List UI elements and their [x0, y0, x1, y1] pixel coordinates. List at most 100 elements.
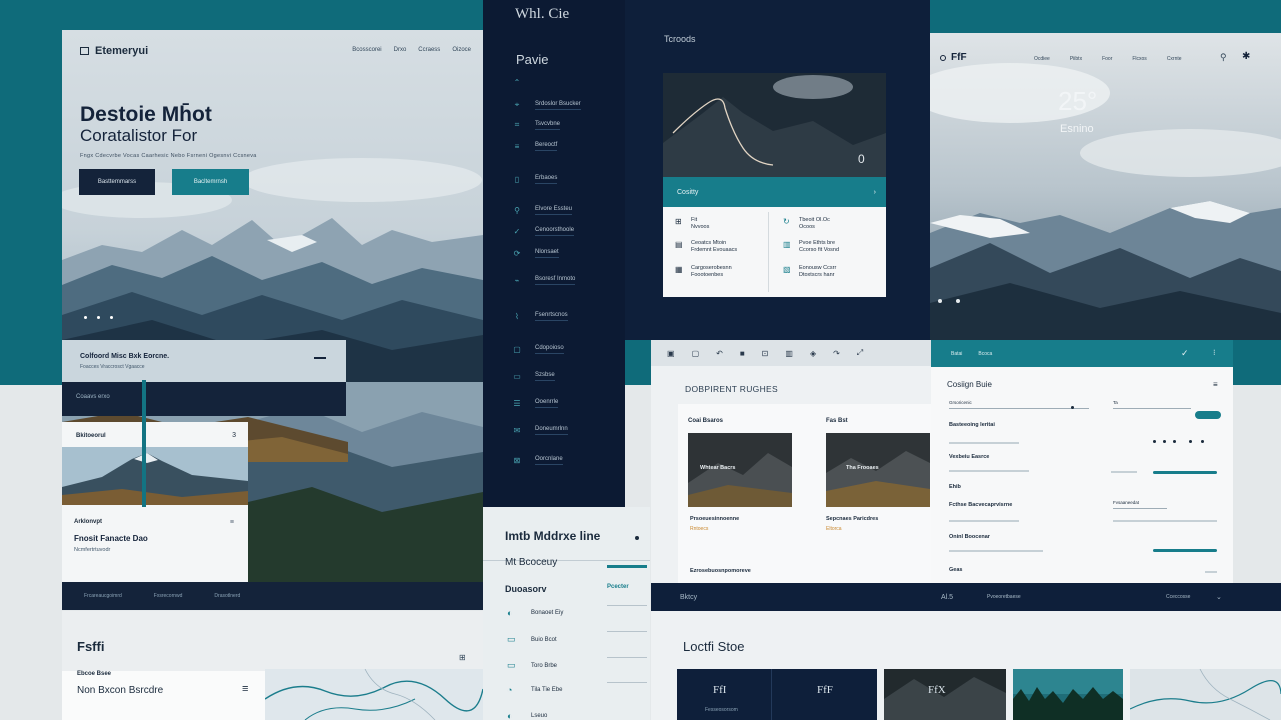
slider-fill[interactable]	[1153, 549, 1217, 552]
feature-cell[interactable]: ▤ Ceoatcs Mtoin Frdemnt Evouaacs	[675, 240, 737, 254]
column-label: Coai Bsaros	[688, 418, 724, 424]
menu-dash-icon[interactable]	[314, 357, 326, 359]
section-action[interactable]: Pcecter	[607, 584, 629, 590]
chart-icon: ⚲	[514, 206, 520, 215]
primary-button[interactable]: Basttemmarss	[79, 169, 155, 195]
list-item[interactable]: ◐ Bonaoet Eiy	[507, 605, 647, 618]
sidebar-item[interactable]: ⌁ Bsoresf Inmoto	[513, 276, 613, 285]
chart-icon[interactable]: ▥	[785, 349, 793, 358]
nav-item[interactable]: Oizoce	[452, 47, 471, 53]
undo-icon[interactable]: ↶	[716, 349, 723, 358]
story-tile[interactable]	[1013, 669, 1123, 720]
slider-track[interactable]	[949, 520, 1019, 522]
feature-cell[interactable]: ↻ Tbeoit Ol.Oc Ocoos	[783, 217, 830, 231]
sidebar-item[interactable]: ▭ Szsbse	[513, 372, 613, 381]
feature-cell[interactable]: ▧ Eonousw Ccsrr Dtoxtscrs hanr	[783, 265, 836, 279]
settings-title: Cosiign Buie	[947, 380, 992, 389]
toggle-switch[interactable]	[1195, 411, 1221, 419]
footer-link[interactable]: Drasotlnerd	[214, 593, 240, 599]
hero-subtitle: Coratalistor For	[80, 126, 198, 145]
sidebar-item[interactable]: ⟳ Nlonsaet	[513, 249, 613, 258]
brand-logo[interactable]: Etemeryui	[80, 45, 148, 57]
list-item[interactable]: ▭ Buio Bcot	[507, 631, 647, 645]
nav-item[interactable]: Flcxos	[1132, 56, 1146, 62]
tag-icon[interactable]: ◈	[810, 349, 816, 358]
image-icon[interactable]: ⊡	[762, 349, 769, 358]
nav-item[interactable]: Ocdiee	[1034, 56, 1050, 62]
save-icon[interactable]: ▣	[667, 349, 675, 358]
carousel-dots[interactable]	[938, 299, 960, 303]
footer-link[interactable]: Frcareaucgoimrd	[84, 593, 122, 599]
chevron-right-icon[interactable]: ›	[874, 189, 876, 196]
featured-strip[interactable]: Colfoord Misc Bxk Eorcne. Foacces Vraccr…	[62, 340, 346, 382]
card-subtitle: Ncmfertrtuvodr	[74, 547, 111, 553]
edit-icon[interactable]: ✓	[1181, 348, 1189, 359]
select-field[interactable]: Ta	[1113, 400, 1191, 409]
sidebar-item[interactable]: ☰ Ooenrrle	[513, 399, 613, 408]
feature-cell[interactable]: ▦ Cargoserobesnn Foootoenbes	[675, 265, 732, 279]
sidebar-item[interactable]: ⌖ Srdoslor Bsucker	[513, 100, 613, 110]
expand-icon[interactable]: ⤢	[857, 348, 863, 358]
nav-item[interactable]: Ccraess	[418, 47, 440, 53]
section-header-bar[interactable]: Cositty ›	[663, 177, 886, 207]
redo-icon[interactable]: ↷	[833, 349, 840, 358]
tab[interactable]: Bcoca	[978, 351, 992, 357]
carousel-dots[interactable]	[84, 316, 113, 319]
chevron-down-icon[interactable]: ⌄	[1216, 593, 1222, 601]
band-link[interactable]: Cceccosse	[1166, 594, 1190, 600]
tab[interactable]: Batai	[951, 351, 962, 357]
sidebar-item[interactable]: ⌗ Tsvcvbne	[513, 120, 613, 130]
more-icon[interactable]	[635, 536, 639, 540]
map-tile[interactable]	[1130, 669, 1281, 720]
map-panel: Fsffi ⊞ Ebcoe Bsee Non Bxcon Bsrcdre ≡	[62, 611, 483, 720]
list-item[interactable]: ◔ Tila Tie Ebe	[507, 682, 647, 695]
article-card[interactable]: Bkitoeorul 3 Arklonvpt ≡ Fnosit Fanacte …	[62, 422, 248, 582]
sidebar-divider	[142, 380, 146, 507]
location-card[interactable]: Ebcoe Bsee Non Bxcon Bsrcdre ≡	[62, 671, 265, 720]
folder-icon[interactable]: ▢	[692, 349, 700, 358]
feature-cell[interactable]: ▥ Pvoe Ethts bre Ccorso fit Vosnd	[783, 240, 839, 254]
story-tile[interactable]: FfX	[884, 669, 1006, 720]
story-tile[interactable]: FfI Fesseosorsom FfF	[677, 669, 877, 720]
slider-track[interactable]	[1113, 520, 1217, 522]
slider-track[interactable]	[949, 442, 1019, 444]
slider-fill[interactable]	[1153, 471, 1217, 474]
sidebar-item[interactable]: ⚲ Elvore Essteu	[513, 206, 613, 215]
stop-icon[interactable]: ■	[740, 349, 745, 358]
list-item[interactable]: ▭ Toro Brbe	[507, 657, 647, 671]
nav-item[interactable]: Bcosscorei	[352, 47, 381, 53]
menu-icon[interactable]: ⁝	[1213, 348, 1216, 357]
menu-icon[interactable]: ≡	[1213, 380, 1218, 389]
document-title[interactable]: Sepcnaes Paricdres	[826, 516, 878, 522]
list-item[interactable]: ◐ Lseuo	[507, 711, 647, 720]
sidebar-item[interactable]: ⊠ Oorcnlane	[513, 456, 613, 465]
map-view[interactable]	[265, 669, 483, 720]
feature-cell[interactable]: ⊞ Fit Nvvoos	[675, 217, 709, 231]
secondary-button[interactable]: Bacltemrnsh	[172, 169, 249, 195]
document-title[interactable]: Prsoeuesinnoenne	[690, 516, 739, 522]
mobile-title: Imtb Mddrxe line	[505, 529, 601, 543]
nav-item[interactable]: Piibtx	[1070, 56, 1082, 62]
slider-track[interactable]	[1111, 471, 1137, 473]
footer-link[interactable]: Fxsrecornwd	[154, 593, 183, 599]
nav-item[interactable]: Foor	[1102, 56, 1112, 62]
sidebar-item[interactable]: ▢ Cdopoioso	[513, 345, 613, 354]
search-icon[interactable]: ⚲	[1220, 52, 1227, 63]
sidebar-item[interactable]: ⌇ Fsenrtscnos	[513, 312, 613, 321]
sidebar-item[interactable]: ≡ Bereoctf	[513, 142, 613, 151]
nav-item[interactable]: Drxo	[394, 47, 407, 53]
list-icon[interactable]: ≡	[230, 519, 234, 526]
select-field[interactable]: Fvsaaneedat	[1113, 500, 1167, 509]
slider-track[interactable]	[949, 470, 1029, 472]
weather-brand[interactable]: FfF	[951, 52, 967, 63]
grid-icon[interactable]: ⊞	[459, 653, 466, 662]
sidebar-item[interactable]: ✉ Doneumrlnn	[513, 426, 613, 435]
sidebar-item[interactable]: ⌃	[513, 78, 613, 87]
nav-item[interactable]: Cxrnte	[1167, 56, 1182, 62]
select-field[interactable]: Grsoricenic	[949, 400, 1089, 409]
slider-track[interactable]	[949, 550, 1043, 552]
sidebar-item[interactable]: ✓ Cenoorsthoole	[513, 227, 613, 236]
menu-icon[interactable]: ≡	[242, 683, 248, 695]
sidebar-item[interactable]: ▯ Erbaoes	[513, 175, 613, 184]
settings-icon[interactable]: ✱	[1242, 51, 1250, 62]
